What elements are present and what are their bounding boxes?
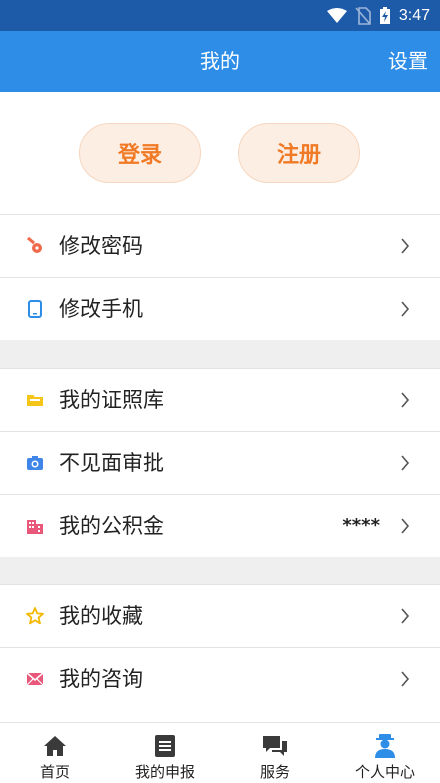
menu-item-label: 我的咨询 <box>59 667 143 691</box>
tab-my-applications[interactable]: 我的申报 <box>110 723 220 783</box>
menu-item-consultation[interactable]: 我的咨询 <box>0 647 440 709</box>
page-title: 我的 <box>200 49 240 73</box>
menu-item-label: 我的收藏 <box>59 604 143 628</box>
tab-home[interactable]: 首页 <box>0 723 110 783</box>
auth-area: 登录 注册 <box>0 92 440 214</box>
status-icons: 3:47 <box>326 5 430 27</box>
key-icon <box>26 237 42 253</box>
chevron-right-icon <box>401 455 410 471</box>
settings-button[interactable]: 设置 <box>388 31 428 92</box>
tab-services[interactable]: 服务 <box>220 723 330 783</box>
chevron-right-icon <box>401 238 410 254</box>
menu-item-label: 我的公积金 <box>59 514 164 538</box>
no-sim-icon <box>355 7 371 25</box>
mail-icon <box>26 672 44 686</box>
document-icon <box>155 735 175 757</box>
menu-item-change-phone[interactable]: 修改手机 <box>0 277 440 339</box>
folder-icon <box>27 395 43 406</box>
chevron-right-icon <box>401 518 410 534</box>
menu-item-favorites[interactable]: 我的收藏 <box>0 584 440 646</box>
tab-label: 首页 <box>39 763 70 781</box>
masked-value: **** <box>342 515 380 536</box>
phone-icon <box>28 300 42 318</box>
tab-personal-center[interactable]: 个人中心 <box>330 723 440 783</box>
menu-item-label: 我的证照库 <box>59 388 164 412</box>
menu-item-housing-fund[interactable]: 我的公积金 **** <box>0 494 440 556</box>
battery-icon <box>379 7 390 24</box>
menu-item-change-password[interactable]: 修改密码 <box>0 214 440 276</box>
menu-item-label: 修改手机 <box>59 297 143 321</box>
login-button[interactable]: 登录 <box>79 123 201 183</box>
menu-item-license-library[interactable]: 我的证照库 <box>0 368 440 430</box>
section-divider <box>0 557 440 584</box>
chevron-right-icon <box>401 608 410 624</box>
star-icon <box>26 607 44 625</box>
tab-label: 服务 <box>259 763 290 781</box>
tab-label: 我的申报 <box>134 763 195 781</box>
menu-item-remote-approval[interactable]: 不见面审批 <box>0 431 440 493</box>
user-icon <box>375 734 395 758</box>
bottom-tab-bar: 首页 我的申报 服务 个人中心 <box>0 722 440 783</box>
register-button[interactable]: 注册 <box>238 123 360 183</box>
camera-icon <box>27 456 43 470</box>
section-divider <box>0 340 440 368</box>
tab-label: 个人中心 <box>354 763 415 781</box>
wifi-icon <box>326 8 347 23</box>
building-icon <box>27 520 43 534</box>
chat-icon <box>263 736 287 756</box>
chevron-right-icon <box>401 671 410 687</box>
menu-item-label: 不见面审批 <box>59 451 164 475</box>
home-icon <box>44 736 66 756</box>
chevron-right-icon <box>401 392 410 408</box>
status-time: 3:47 <box>398 7 430 24</box>
app-header: 我的 设置 <box>0 31 440 92</box>
menu-item-label: 修改密码 <box>59 234 143 258</box>
status-bar: 3:47 <box>0 0 440 31</box>
chevron-right-icon <box>401 301 410 317</box>
